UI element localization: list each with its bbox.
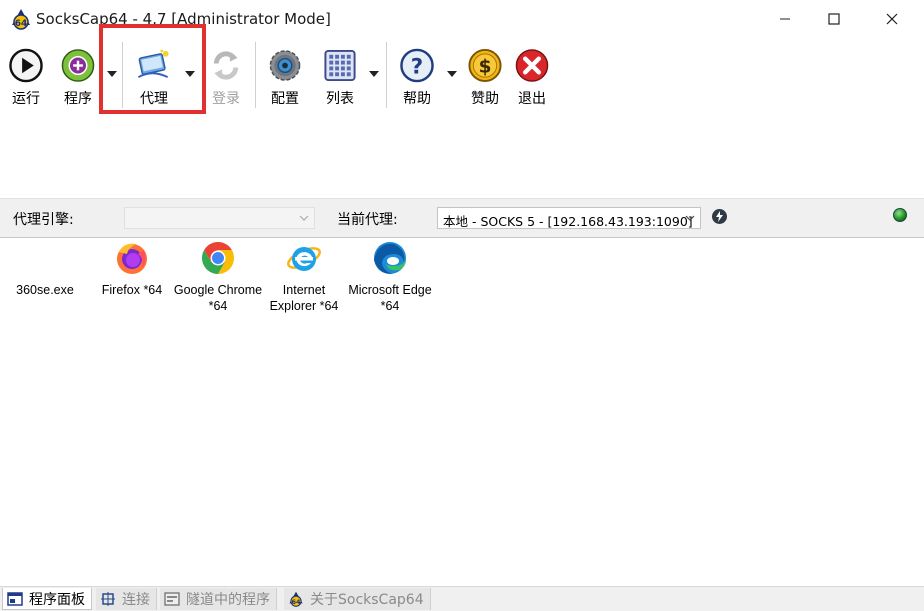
edge-icon <box>374 242 406 274</box>
program-item[interactable]: Firefox *64 <box>87 240 177 298</box>
tab-about[interactable]: 64 关于SocksCap64 <box>284 588 431 610</box>
dollar-coin-icon: $ <box>468 48 502 83</box>
program-item[interactable]: 360se.exe <box>0 240 90 298</box>
minimize-button[interactable] <box>762 0 808 38</box>
tunnel-window-icon <box>164 592 180 606</box>
tab-label: 关于SocksCap64 <box>310 592 424 608</box>
toolbar-separator <box>122 42 123 108</box>
programs-button[interactable]: 程序 <box>56 42 100 108</box>
svg-text:64: 64 <box>15 19 28 29</box>
maximize-button[interactable] <box>811 0 857 38</box>
current-proxy-label: 当前代理: <box>337 212 398 228</box>
program-name: Internet Explorer *64 <box>269 283 339 313</box>
donate-button[interactable]: $ 赞助 <box>463 42 507 108</box>
360se-icon <box>27 240 63 276</box>
program-name: Firefox *64 <box>101 283 163 297</box>
login-button[interactable]: 登录 <box>206 42 246 108</box>
config-button[interactable]: 配置 <box>263 42 307 108</box>
program-item[interactable]: Microsoft Edge *64 <box>345 240 435 314</box>
help-icon: ? <box>400 48 434 83</box>
maximize-icon <box>828 13 840 25</box>
list-dropdown-arrow-icon[interactable] <box>368 70 380 78</box>
window-title: SocksCap64 - 4.7 [Administrator Mode] <box>36 10 331 28</box>
program-item[interactable]: Google Chrome *64 <box>173 240 263 314</box>
help-label: 帮助 <box>403 91 431 107</box>
window-panel-icon <box>7 591 23 606</box>
programs-label: 程序 <box>64 91 92 107</box>
chevron-down-icon <box>685 215 695 221</box>
current-proxy-select[interactable]: 本地 - SOCKS 5 - [192.168.43.193:1090] <box>437 207 701 229</box>
tab-tunneled-programs[interactable]: 隧道中的程序 <box>160 588 277 610</box>
program-item[interactable]: Internet Explorer *64 <box>259 240 349 314</box>
sockscap64-app-icon: 64 <box>12 9 30 30</box>
program-panel: 360se.exe Firefox *64 Google Chrome *64 <box>0 238 924 586</box>
tab-connections[interactable]: 连接 <box>96 588 157 610</box>
proxy-engine-select[interactable] <box>124 207 315 229</box>
chevron-down-icon <box>299 215 309 221</box>
svg-text:$: $ <box>479 56 492 77</box>
help-dropdown-arrow-icon[interactable] <box>446 70 458 78</box>
run-button[interactable]: 运行 <box>4 42 48 108</box>
status-led-icon <box>893 208 907 222</box>
add-program-icon <box>61 49 95 82</box>
program-name: Microsoft Edge *64 <box>348 283 432 313</box>
donate-label: 赞助 <box>471 91 499 107</box>
grid-list-icon <box>324 49 356 82</box>
proxy-bar: 代理引擎: 当前代理: 本地 - SOCKS 5 - [192.168.43.1… <box>0 198 924 238</box>
close-button[interactable] <box>869 0 915 38</box>
current-proxy-value: 本地 - SOCKS 5 - [192.168.43.193:1090] <box>443 214 693 229</box>
run-label: 运行 <box>12 91 40 107</box>
title-bar: 64 SocksCap64 - 4.7 [Administrator Mode] <box>0 0 924 38</box>
bottom-tab-bar: 程序面板 连接 隧道中的程序 64 关于SocksCap64 <box>0 586 924 611</box>
proxy-button[interactable]: 代理 <box>130 42 178 108</box>
firefox-icon <box>117 243 147 274</box>
toolbar-separator <box>386 42 387 108</box>
refresh-icon <box>213 51 239 80</box>
proxy-icon <box>137 49 169 79</box>
toolbar: 运行 程序 代理 登录 配置 列表 ? 帮助 $ 赞助 退出 <box>0 38 924 110</box>
list-button[interactable]: 列表 <box>318 42 362 108</box>
svg-text:64: 64 <box>291 598 301 606</box>
help-button[interactable]: ? 帮助 <box>395 42 439 108</box>
close-icon <box>886 13 898 25</box>
program-name: 360se.exe <box>16 283 74 297</box>
minimize-icon <box>780 18 790 20</box>
proxy-label: 代理 <box>140 91 168 107</box>
proxy-engine-label: 代理引擎: <box>13 212 74 228</box>
tab-label: 连接 <box>122 592 150 608</box>
lightning-bolt-icon[interactable] <box>712 209 727 224</box>
programs-dropdown-arrow-icon[interactable] <box>106 70 118 78</box>
toolbar-separator <box>255 42 256 108</box>
gear-icon <box>269 50 301 81</box>
proxy-dropdown-arrow-icon[interactable] <box>184 70 196 78</box>
tab-label: 程序面板 <box>29 591 85 608</box>
exit-x-icon <box>515 49 549 82</box>
internet-explorer-icon <box>287 247 321 271</box>
chrome-icon <box>201 242 235 274</box>
tab-program-panel[interactable]: 程序面板 <box>2 588 92 610</box>
sockscap64-app-icon: 64 <box>289 591 303 607</box>
login-label: 登录 <box>212 91 240 107</box>
exit-label: 退出 <box>518 91 546 107</box>
tab-label: 隧道中的程序 <box>186 592 270 608</box>
program-name: Google Chrome *64 <box>173 283 263 313</box>
connection-grid-icon <box>101 592 115 606</box>
exit-button[interactable]: 退出 <box>510 42 554 108</box>
play-icon <box>9 48 43 83</box>
svg-text:?: ? <box>411 54 423 79</box>
list-label: 列表 <box>326 91 354 107</box>
config-label: 配置 <box>271 91 299 107</box>
